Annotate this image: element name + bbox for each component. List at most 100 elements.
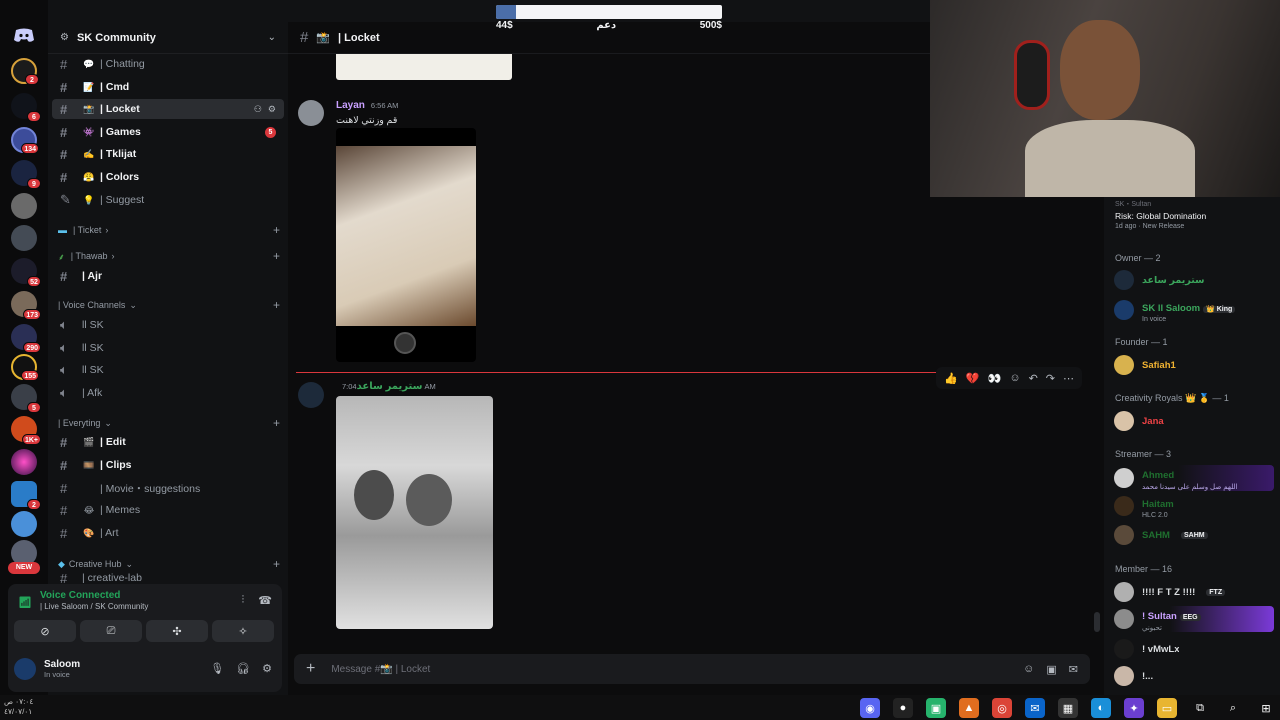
start-icon[interactable]: ⊞ — [1256, 698, 1276, 718]
server-header[interactable]: ⚙ SK Community ⌄ — [48, 22, 288, 54]
server-icon-active[interactable]: 134 — [11, 127, 39, 154]
reaction-broken-heart-icon[interactable]: 💔 — [966, 372, 980, 385]
member-item[interactable]: ! vMwLx — [1114, 636, 1274, 662]
gear-icon[interactable]: ⚙ — [262, 662, 272, 675]
activities-button[interactable]: ✣ — [146, 620, 208, 642]
channel-item[interactable]: # 🎬 | Edit — [52, 432, 284, 452]
task-view-icon[interactable]: ⧉ — [1190, 698, 1210, 718]
server-icon[interactable] — [11, 193, 37, 219]
camera-off-button[interactable]: ⊘ — [14, 620, 76, 642]
app-taskbar-icon[interactable]: ▲ — [959, 698, 979, 718]
channel-item[interactable]: # | Movie・suggestions — [52, 478, 284, 498]
disconnect-icon[interactable]: ☎ — [258, 594, 272, 607]
voice-status[interactable]: Voice Connected — [40, 590, 274, 601]
voice-channel[interactable]: 🔈︎ ll SK — [52, 338, 284, 358]
member-item[interactable]: !... — [1114, 663, 1274, 689]
reaction-thumbs-up-icon[interactable]: 👍 — [944, 372, 958, 385]
channel-item[interactable]: # 😤 | Colors — [52, 167, 284, 187]
category-voice[interactable]: | Voice Channels ⌄ + — [58, 297, 280, 313]
discord-taskbar-icon[interactable]: ◉ — [860, 698, 880, 718]
category-thawab[interactable]: ⸙ | Thawab › + — [58, 248, 280, 264]
message-image[interactable] — [336, 128, 476, 362]
server-icon[interactable] — [11, 511, 37, 537]
noise-suppression-icon[interactable]: ⫶ — [242, 594, 245, 607]
forward-icon[interactable]: ↷ — [1046, 372, 1055, 385]
server-icon[interactable]: 2 — [11, 58, 39, 85]
avatar[interactable] — [298, 382, 324, 408]
server-icon[interactable]: 155 — [11, 354, 39, 381]
server-icon[interactable]: 52 — [11, 258, 41, 287]
outlook-taskbar-icon[interactable]: ✉ — [1025, 698, 1045, 718]
channel-item[interactable]: ✎ 💡 | Suggest — [52, 190, 284, 210]
server-icon[interactable]: 9 — [11, 160, 41, 189]
voice-channel[interactable]: 🔈︎ ll SK — [52, 315, 284, 335]
voice-channel-name[interactable]: | Live Saloom / SK Community — [40, 602, 274, 611]
server-icon[interactable] — [11, 225, 37, 251]
server-icon[interactable]: 1K+ — [11, 416, 41, 445]
reply-icon[interactable]: ↶ — [1029, 372, 1038, 385]
channel-item[interactable]: # 🎞️ | Clips — [52, 455, 284, 475]
member-item[interactable]: Haitam HLC 2.0 — [1114, 493, 1274, 519]
edge-taskbar-icon[interactable]: ◐ — [1091, 698, 1111, 718]
voice-channel[interactable]: 🔈︎ ll SK — [52, 360, 284, 380]
activity-card[interactable]: SK・Sultan Risk: Global Domination 1d ago… — [1115, 199, 1273, 230]
soundboard-button[interactable]: ✧ — [212, 620, 274, 642]
category-ticket[interactable]: ▬ | Ticket › + — [58, 222, 280, 238]
member-item[interactable]: SK ll Saloom 👑 King In voice — [1114, 295, 1274, 325]
invite-icon[interactable]: ⚇ — [254, 104, 262, 115]
channel-item[interactable]: # ✍️ | Tklijat — [52, 144, 284, 164]
message-image[interactable] — [336, 54, 512, 80]
avatar[interactable] — [298, 100, 324, 126]
chrome-taskbar-icon[interactable]: ◎ — [992, 698, 1012, 718]
member-item[interactable]: Jana — [1114, 408, 1274, 434]
channel-item[interactable]: # | Ajr — [52, 266, 284, 286]
add-channel-icon[interactable]: + — [273, 416, 280, 430]
member-item[interactable]: !!!! F T Z !!!! FTZ — [1114, 579, 1274, 605]
member-item[interactable]: Ahmed اللهم صل وسلم على سيدنا محمد — [1114, 465, 1274, 491]
message-image[interactable] — [336, 396, 493, 629]
channel-item[interactable]: # 💬 | Chatting — [52, 54, 284, 74]
server-icon[interactable]: 290 — [11, 324, 41, 353]
server-icon[interactable]: 173 — [11, 291, 41, 320]
search-icon[interactable]: ⌕ — [1223, 698, 1243, 718]
member-item[interactable]: ستريمر ساعد — [1114, 267, 1274, 293]
add-channel-icon[interactable]: + — [273, 557, 280, 571]
screen-share-button[interactable]: ⎚ — [80, 620, 142, 642]
channel-item[interactable]: # | creative-lab — [52, 572, 284, 584]
message-author[interactable]: Layan 6:56 AM — [336, 100, 398, 111]
server-icon[interactable]: 5 — [11, 384, 41, 413]
headphones-icon[interactable]: 🎧︎ — [236, 662, 250, 675]
microphone-icon[interactable]: 🎙︎ — [210, 662, 224, 675]
reaction-eyes-icon[interactable]: 👀 — [988, 372, 1002, 385]
server-icon[interactable]: 6 — [11, 93, 41, 122]
attach-button[interactable]: + — [306, 660, 315, 678]
app-taskbar-icon[interactable]: ▣ — [926, 698, 946, 718]
taskbar-clock[interactable]: ٠٧:٠٤ ص ٤٧/٠٧/٠١ — [4, 697, 33, 717]
gift-icon[interactable]: ✉ — [1069, 663, 1078, 676]
add-channel-icon[interactable]: + — [273, 249, 280, 263]
category-creative[interactable]: ◆ Creative Hub ⌄ + — [58, 556, 280, 572]
message-author[interactable]: ستريمر ساعد7:04 AM — [336, 381, 436, 392]
explorer-taskbar-icon[interactable]: ▭ — [1157, 698, 1177, 718]
channel-item[interactable]: # 😂 | Memes — [52, 500, 284, 520]
member-item[interactable]: SAHM SAHM — [1114, 522, 1274, 548]
channel-item[interactable]: # 🎨 | Art — [52, 523, 284, 543]
add-channel-icon[interactable]: + — [273, 298, 280, 312]
obs-taskbar-icon[interactable]: ● — [893, 698, 913, 718]
discord-home-icon[interactable] — [12, 28, 36, 46]
channel-item[interactable]: # 👾 | Games 5 — [52, 122, 284, 142]
emoji-icon[interactable]: ☺ — [1023, 663, 1034, 676]
channel-item[interactable]: # 📝 | Cmd — [52, 77, 284, 97]
message-input[interactable]: Message #📸 | Locket — [331, 664, 1007, 675]
member-item[interactable]: Safiah1 — [1114, 352, 1274, 378]
server-icon[interactable] — [11, 449, 37, 475]
add-reaction-icon[interactable]: ☺ — [1009, 372, 1020, 384]
server-icon[interactable]: 2 — [11, 481, 41, 510]
scrollbar[interactable] — [1094, 612, 1100, 632]
copilot-taskbar-icon[interactable]: ✦ — [1124, 698, 1144, 718]
category-everyting[interactable]: | Everyting ⌄ + — [58, 415, 280, 431]
store-taskbar-icon[interactable]: ▦ — [1058, 698, 1078, 718]
add-channel-icon[interactable]: + — [273, 223, 280, 237]
member-item[interactable]: ! Sultan EEG تحبوني — [1114, 606, 1274, 632]
channel-settings-icon[interactable]: ⚙ — [268, 104, 276, 115]
